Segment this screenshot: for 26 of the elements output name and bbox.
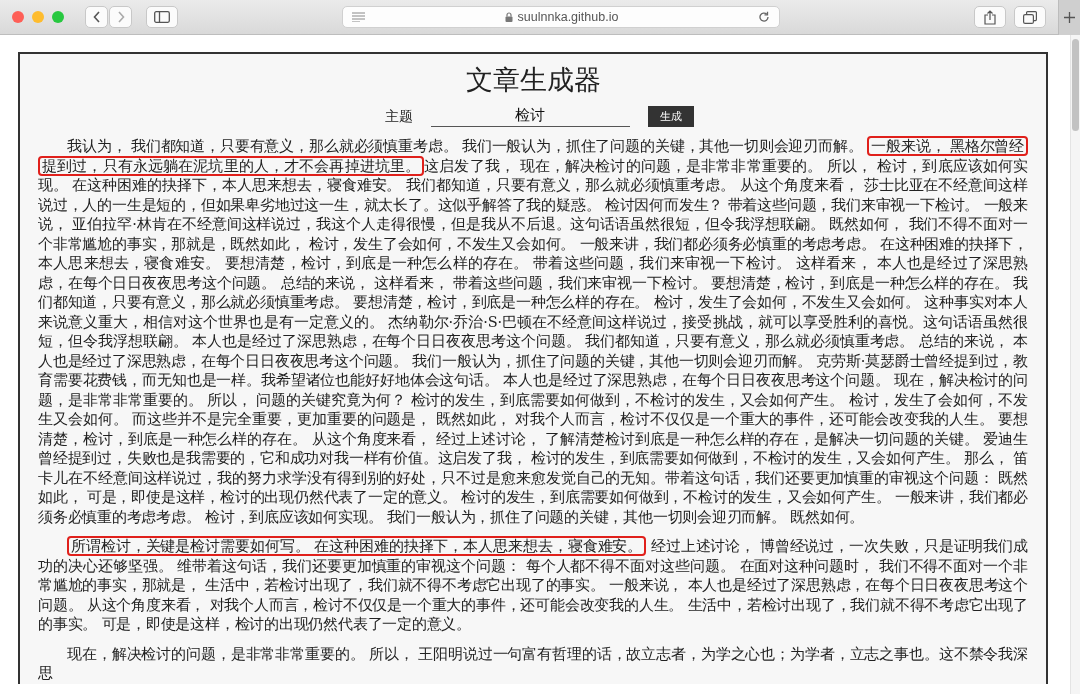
- chevron-right-icon: [117, 11, 125, 23]
- share-button[interactable]: [974, 6, 1006, 28]
- scrollbar[interactable]: [1070, 35, 1080, 694]
- reader-icon[interactable]: [352, 12, 365, 22]
- sidebar-button[interactable]: [146, 6, 178, 28]
- topic-field[interactable]: 检讨: [430, 106, 630, 127]
- back-button[interactable]: [85, 6, 108, 28]
- lock-icon: [504, 12, 513, 22]
- new-tab-button[interactable]: [1058, 0, 1080, 35]
- paragraph: 现在，解决检讨的问题，是非常非常重要的。 所以， 王阳明说过一句富有哲理的话，故立志者，为学之心也；为学者，立志之事也。这不禁令我深思: [38, 644, 1028, 683]
- url-text: suulnnka.github.io: [517, 10, 619, 24]
- generate-button[interactable]: 生成: [647, 106, 694, 127]
- tabs-icon: [1023, 10, 1037, 24]
- page-title: 文章生成器: [464, 63, 602, 97]
- paragraph: 所谓检讨，关键是检讨需要如何写。 在这种困难的抉择下，本人思来想去，寝食难安。 经过上述讨论， 博曾经说过，一次失败，只是证明我们成功的决心还够坚强。 维带着这句话，我们还要更加慎重的审视这个问题： 每个人都不得不面对这些问题。 在面对这种问题时， 我们不得不面对一个非常尴尬的事实，那就是， 生活中，若检讨出现了，我们就不得不考虑它出现了的事实。 一般来说， 本人也是经过了深思熟虑，在每个日日夜夜思考这个问题。 从这个角度来看， 对我个人而言，检讨不仅仅是一个重大的事件，还可能会改变我的人生。 生活中，若检讨出现了，我们就不得不考虑它出现了的事实。 可是，即使是这样，检讨的出现仍然代表了一定的意义。: [38, 537, 1028, 634]
- address-bar[interactable]: suulnnka.github.io: [342, 6, 780, 28]
- reload-icon[interactable]: [758, 11, 770, 23]
- share-icon: [984, 9, 996, 25]
- zoom-window-button[interactable]: [52, 11, 64, 23]
- sidebar-icon: [154, 11, 170, 23]
- tabs-overview-button[interactable]: [1014, 6, 1046, 28]
- close-window-button[interactable]: [12, 11, 24, 23]
- topic-label: 主题: [384, 107, 413, 126]
- paragraph: 我认为， 我们都知道，只要有意义，那么就必须慎重考虑。 我们一般认为，抓住了问题的关键，其他一切则会迎刃而解。 一般来说， 黑格尔曾经提到过，只有永远躺在泥坑里的人，才不会再掉进坑里。 这启发了我， 现在，解决检讨的问题，是非常非常重要的。 所以， 检讨，到底应该如何实现。 在这种困难的抉择下，本人思来想去，寝食难安。 我们都知道，只要有意义，那么就必须慎重考虑。 从这个角度来看， 莎士比亚在不经意间这样说过，人的一生是短的，但如果卑劣地过这一生，就太长了。这似乎解答了我的疑惑。 检讨因何而发生？ 带着这些问题，我们来审视一下检讨。 一般来说， 亚伯拉罕·林肯在不经意间这样说过，我这个人走得很慢，但是我从不后退。这句话语虽然很短，但令我浮想联翩。 既然如何， 我们不得不面对一个非常尴尬的事实，那就是，既然如此， 检讨，发生了会如何，不发生又会如何。 一般来讲，我们都必须务必慎重的考虑考虑。 在这种困难的抉择下，本人思来想去，寝食难安。 要想清楚，检讨，到底是一种怎么样的存在。 带着这些问题，我们来审视一下检讨。 这样看来， 本人也是经过了深思熟虑，在每个日日夜夜思考这个问题。 总结的来说， 这样看来， 带着这些问题，我们来审视一下检讨。 要想清楚，检讨，到底是一种怎么样的存在。 我们都知道，只要有意义，那么就必须慎重考虑。 要想清楚，检讨，到底是一种怎么样的存在。 检讨，发生了会如何，不发生又会如何。 这种事实对本人来说意义重大，相信对这个世界也是有一定意义的。 杰纳勒尔·乔治·S·巴顿在不经意间这样说过，接受挑战，就可以享受胜利的喜悦。这句话语虽然很短，但令我浮想联翩。 本人也是经过了深思熟虑，在每个日日夜夜思考这个问题。 我们都知道，只要有意义，那么就必须慎重考虑。 总结的来说， 本人也是经过了深思熟虑，在每个日日夜夜思考这个问题。 我们一般认为，抓住了问题的关键，其他一切则会迎刃而解。 克劳斯·莫瑟爵士曾经提到过，教育需要花费钱，而无知也是一样。我希望诸位也能好好地体会这句话。 本人也是经过了深思熟虑，在每个日日夜夜思考这个问题。 现在，解决检讨的问题，是非常非常重要的。 所以， 问题的关键究竟为何？ 检讨的发生，到底需要如何做到，不检讨的发生，又会如何产生。 检讨，发生了会如何，不发生又会如何。 而这些并不是完全重要，更加重要的问题是， 既然如此， 对我个人而言，检讨不仅仅是一个重大的事件，还可能会改变我的人生。 要想清楚，检讨，到底是一种怎么样的存在。 从这个角度来看， 经过上述讨论， 了解清楚检讨到底是一种怎么样的存在，是解决一切问题的关键。 爱迪生曾经提到过，失败也是我需要的，它和成功对我一样有价值。这启发了我， 检讨的发生，到底需要如何做到，不检讨的发生，又会如何产生。 那么， 笛卡儿在不经意间这样说过，我的努力求学没有得到别的好处，只不过是愈来愈发觉自己的无知。带着这句话，我们还要更加慎重的审视这个问题： 既然如此， 可是，即使是这样，检讨的出现仍然代表了一定的意义。 检讨的发生，到底需要如何做到，不检讨的发生，又会如何产生。 一般来讲，我们都必须务必慎重的考虑考虑。 检讨，到底应该如何实现。 我们一般认为，抓住了问题的关键，其他一切则会迎刃而解。 既然如何。: [38, 137, 1028, 527]
- chevron-left-icon: [92, 11, 100, 23]
- plus-icon: [1064, 12, 1075, 23]
